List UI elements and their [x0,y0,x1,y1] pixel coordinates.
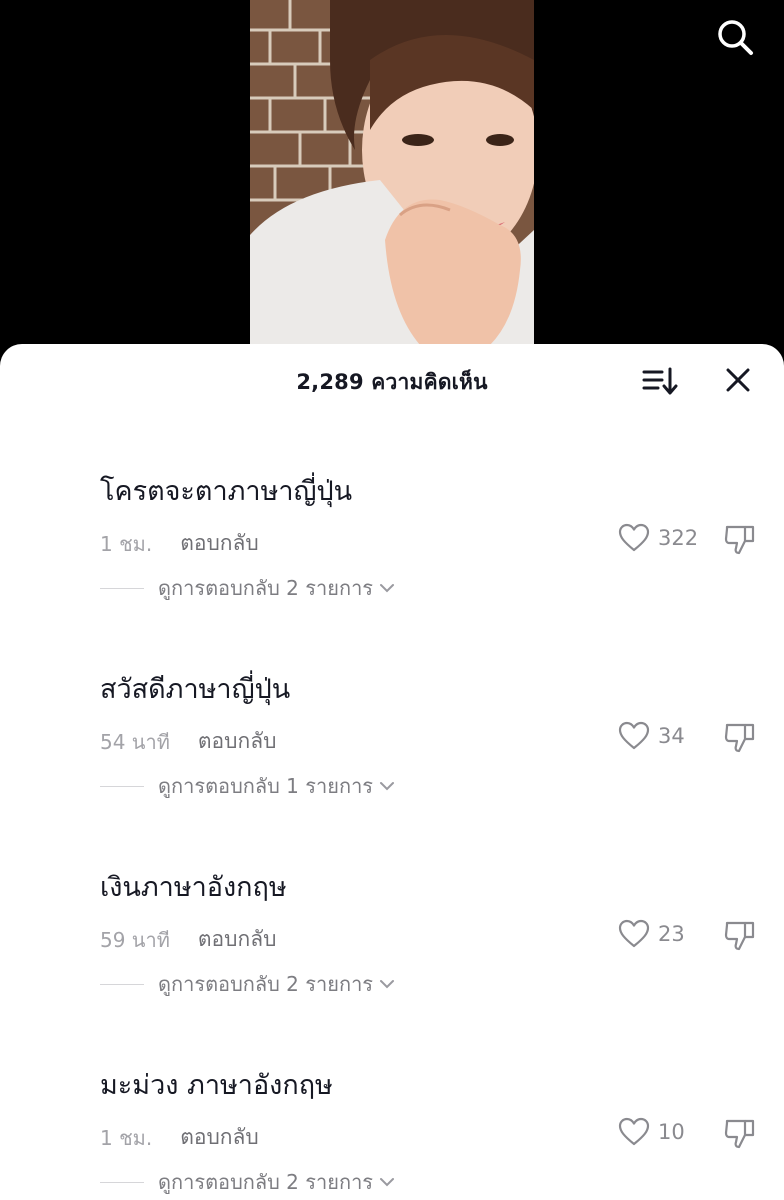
like-button[interactable]: 10 [618,1117,685,1147]
reply-button[interactable]: ตอบกลับ [180,1121,259,1154]
comment-text: มะม่วง ภาษาอังกฤษ [100,1070,333,1101]
heart-icon [618,523,650,552]
comment-text: สวัสดีภาษาญี่ปุ่น [100,674,291,705]
comment-item: โครตจะตาภาษาญี่ปุ่น 1 ชม. ตอบกลับ ดูการต… [0,459,784,657]
close-icon [726,368,750,392]
sort-button[interactable] [640,364,680,398]
comment-item: มะม่วง ภาษาอังกฤษ 1 ชม. ตอบกลับ ดูการตอบ… [0,1053,784,1200]
reply-button[interactable]: ตอบกลับ [180,527,259,560]
search-icon [718,20,753,55]
comment-time: 1 ชม. [100,531,153,556]
chevron-down-icon [379,978,395,990]
comment-text: เงินภาษาอังกฤษ [100,872,287,903]
comment-item: สวัสดีภาษาญี่ปุ่น 54 นาที ตอบกลับ ดูการต… [0,657,784,855]
dislike-button[interactable] [722,1115,758,1151]
comment-meta: 54 นาที ตอบกลับ [100,725,276,758]
comment-time: 54 นาที [100,729,170,754]
heart-icon [618,919,650,948]
comment-meta: 1 ชม. ตอบกลับ [100,1121,259,1154]
like-count: 322 [658,526,699,550]
comment-sheet-header: 2,289 ความคิดเห็น [0,344,784,416]
view-replies-button[interactable]: ดูการตอบกลับ 1 รายการ [100,770,395,802]
heart-icon [618,1117,650,1146]
reply-button[interactable]: ตอบกลับ [198,725,277,758]
dislike-button[interactable] [722,719,758,755]
view-replies-button[interactable]: ดูการตอบกลับ 2 รายการ [100,1166,395,1198]
dislike-button[interactable] [722,917,758,953]
view-replies-label: ดูการตอบกลับ 2 รายการ [158,576,374,600]
thumbs-down-icon [724,723,755,753]
view-replies-button[interactable]: ดูการตอบกลับ 2 รายการ [100,572,395,604]
comment-meta: 59 นาที ตอบกลับ [100,923,276,956]
replies-divider [100,983,144,985]
search-button[interactable] [712,14,758,60]
screen: 2,289 ความคิดเห็น โครตจะตาภาษาญี่ปุ่น 1 … [0,0,784,1200]
view-replies-label: ดูการตอบกลับ 2 รายการ [158,1170,374,1194]
chevron-down-icon [379,780,395,792]
view-replies-label: ดูการตอบกลับ 1 รายการ [158,774,374,798]
comment-sheet: 2,289 ความคิดเห็น โครตจะตาภาษาญี่ปุ่น 1 … [0,344,784,1200]
dislike-button[interactable] [722,521,758,557]
video-frame [250,0,534,360]
replies-divider [100,1181,144,1183]
comment-time: 59 นาที [100,927,170,952]
video-preview[interactable] [250,0,534,360]
view-replies-button[interactable]: ดูการตอบกลับ 2 รายการ [100,968,395,1000]
like-count: 10 [658,1120,685,1144]
comment-item: เงินภาษาอังกฤษ 59 นาที ตอบกลับ ดูการตอบก… [0,855,784,1053]
comment-meta: 1 ชม. ตอบกลับ [100,527,259,560]
close-button[interactable] [720,362,756,398]
heart-icon [618,721,650,750]
thumbs-down-icon [724,1119,755,1149]
like-count: 23 [658,922,685,946]
replies-divider [100,785,144,787]
comment-time: 1 ชม. [100,1125,153,1150]
view-replies-label: ดูการตอบกลับ 2 รายการ [158,972,374,996]
like-button[interactable]: 322 [618,523,698,553]
thumbs-down-icon [724,525,755,555]
replies-divider [100,587,144,589]
comment-list: โครตจะตาภาษาญี่ปุ่น 1 ชม. ตอบกลับ ดูการต… [0,459,784,1200]
thumbs-down-icon [724,921,755,951]
sort-icon [642,367,678,395]
like-button[interactable]: 23 [618,919,685,949]
chevron-down-icon [379,582,395,594]
like-button[interactable]: 34 [618,721,685,751]
reply-button[interactable]: ตอบกลับ [198,923,277,956]
chevron-down-icon [379,1176,395,1188]
comment-text: โครตจะตาภาษาญี่ปุ่น [100,476,353,507]
like-count: 34 [658,724,685,748]
